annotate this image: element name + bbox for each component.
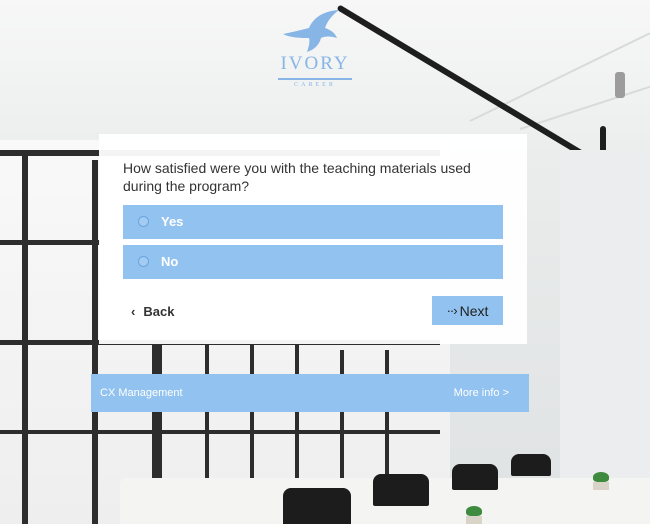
- spotlight: [615, 72, 625, 98]
- chair: [511, 454, 551, 476]
- survey-card: How satisfied were you with the teaching…: [99, 134, 527, 344]
- chevron-left-icon: ‹: [131, 304, 136, 319]
- answer-label: Yes: [161, 214, 184, 229]
- radio-button[interactable]: [138, 216, 149, 227]
- next-button[interactable]: ··› Next: [432, 296, 503, 325]
- chair: [373, 474, 429, 506]
- chair: [283, 488, 351, 524]
- radio-button[interactable]: [138, 256, 149, 267]
- back-button[interactable]: ‹ Back: [131, 304, 174, 319]
- footer-brand-text: CX Management: [100, 387, 183, 399]
- wall: [560, 150, 650, 480]
- brand-divider: [278, 78, 352, 80]
- next-label: Next: [459, 302, 489, 319]
- brand-logo: IVORY CAREER: [270, 8, 360, 88]
- plant: [593, 472, 609, 482]
- brand-tagline: CAREER: [294, 82, 336, 88]
- answer-label: No: [161, 254, 179, 269]
- brand-name: IVORY: [280, 53, 350, 74]
- plant-pot: [466, 516, 482, 524]
- back-label: Back: [143, 304, 175, 319]
- eagle-icon: [283, 10, 339, 52]
- dotted-arrow-right-icon: ··›: [446, 303, 458, 318]
- answer-option-no[interactable]: No: [123, 245, 503, 279]
- plant: [466, 506, 482, 516]
- footer-bar: CX Management More info >: [91, 374, 529, 412]
- plant-pot: [593, 482, 609, 490]
- chair: [452, 464, 498, 490]
- survey-question: How satisfied were you with the teaching…: [123, 160, 471, 194]
- answer-option-yes[interactable]: Yes: [123, 205, 503, 239]
- more-info-link[interactable]: More info >: [454, 387, 509, 399]
